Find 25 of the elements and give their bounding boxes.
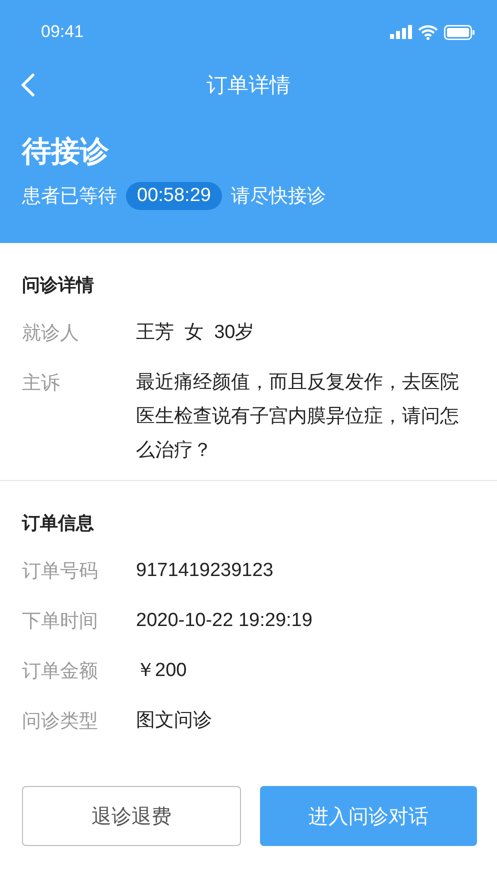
page-title: 订单详情 (206, 73, 290, 99)
field-label: 订单金额 (22, 660, 99, 684)
field-label: 主诉 (22, 372, 61, 396)
field-value: 2020-10-22 19:29:19 (136, 609, 314, 633)
section-title: 问诊详情 (22, 274, 95, 297)
section-title: 订单信息 (22, 512, 95, 535)
wifi-icon (418, 24, 438, 40)
wait-hint: 请尽快接诊 (230, 185, 326, 209)
signal-icon (390, 25, 412, 39)
back-icon[interactable] (20, 73, 36, 97)
field-value: 图文问诊 (136, 709, 213, 733)
field-label: 订单号码 (22, 560, 99, 584)
field-label: 下单时间 (22, 610, 99, 634)
status-time: 09:41 (41, 22, 84, 42)
field-value: 9171419239123 (136, 559, 274, 583)
wait-label: 患者已等待 (22, 185, 117, 209)
field-label: 就诊人 (22, 322, 80, 346)
field-value: 王芳 女 30岁 (136, 321, 256, 345)
field-value: ￥200 (136, 659, 188, 683)
refund-button[interactable]: 退诊退费 (22, 786, 241, 846)
field-label: 问诊类型 (22, 710, 99, 734)
field-value: 最近痛经颜值，而且反复发作，去医院医生检查说有子宫内膜异位症，请问怎么治疗？ (136, 371, 460, 463)
wait-timer: 00:58:29 (126, 182, 222, 210)
order-status: 待接诊 (22, 135, 110, 170)
battery-icon (444, 24, 475, 40)
